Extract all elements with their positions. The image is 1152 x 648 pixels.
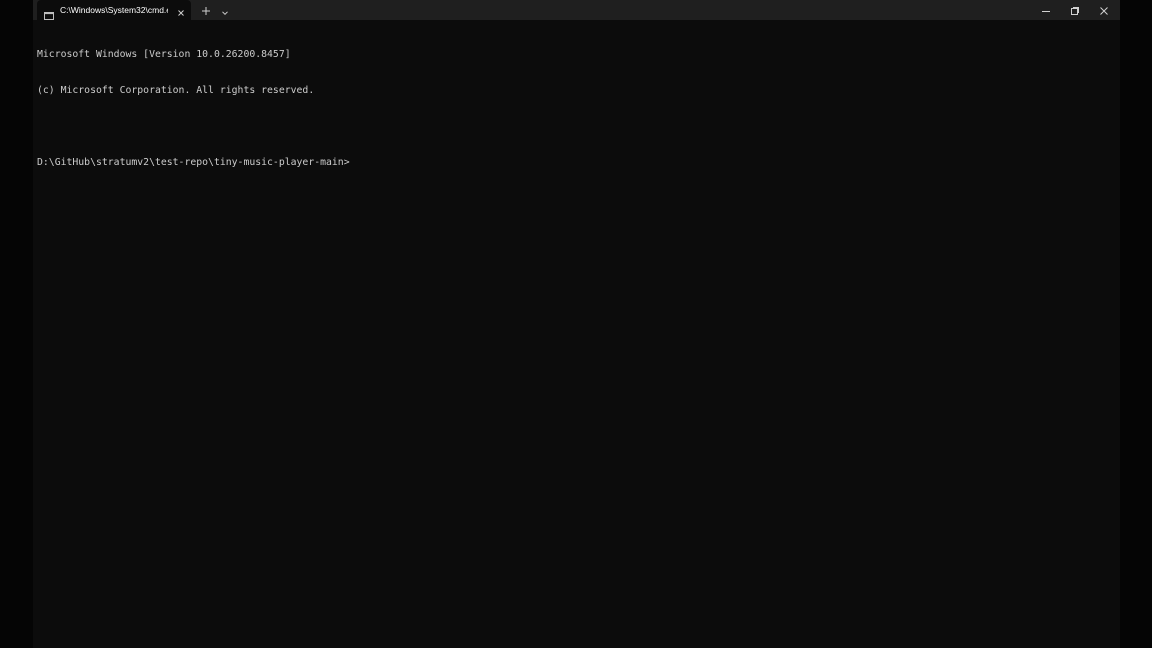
maximize-button[interactable] [1060,0,1090,20]
maximize-icon [1070,1,1080,20]
desktop-background-right [1120,0,1152,648]
console-line: Microsoft Windows [Version 10.0.26200.84… [37,49,291,60]
minimize-icon [1041,1,1051,20]
desktop-background-left [0,0,33,648]
minimize-button[interactable] [1031,0,1061,20]
close-icon[interactable] [175,4,187,16]
console-line: (c) Microsoft Corporation. All rights re… [37,85,315,96]
chevron-down-icon[interactable] [219,4,231,16]
tab-title: C:\Windows\System32\cmd.e [60,5,168,15]
title-bar[interactable]: C:\Windows\System32\cmd.e [33,0,1120,20]
terminal-icon [44,5,54,20]
close-window-button[interactable] [1089,0,1119,20]
command-prompt[interactable]: D:\GitHub\stratumv2\test-repo\tiny-music… [37,157,1113,169]
console-output[interactable]: Microsoft Windows [Version 10.0.26200.84… [37,25,1113,643]
terminal-window: C:\Windows\System32\cmd.e Microsoft Wind… [33,0,1120,648]
close-window-icon [1099,1,1109,20]
tab-cmd[interactable]: C:\Windows\System32\cmd.e [37,0,191,20]
plus-icon[interactable] [199,3,213,17]
